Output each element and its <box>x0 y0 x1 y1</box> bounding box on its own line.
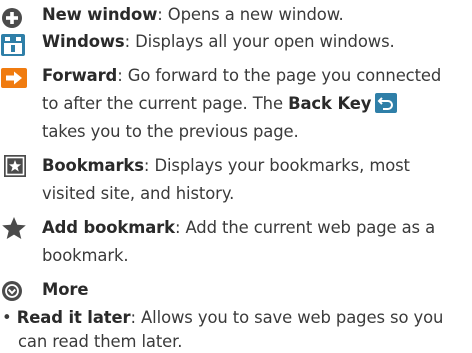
back-key-label: Back Key <box>288 94 372 113</box>
arrow-right-icon <box>1 68 27 88</box>
desc-windows: : Displays all your open windows. <box>124 32 395 51</box>
entry-windows: Windows: Displays all your open windows. <box>42 31 395 53</box>
manual-page: New window: Opens a new window. Windows:… <box>0 0 472 353</box>
desc-add-bookmark-line2: bookmark. <box>42 246 129 265</box>
back-key-icon <box>375 93 398 113</box>
term-forward: Forward <box>42 66 118 85</box>
desc-read-it-later-line1: : Allows you to save web pages so you <box>130 308 444 327</box>
entry-forward: Forward: Go forward to the page you conn… <box>42 65 441 87</box>
term-read-it-later: Read it later <box>16 308 131 327</box>
bookmark-icon <box>4 155 26 177</box>
desc-bookmarks-line2: visited site, and history. <box>42 184 235 203</box>
desc-new-window: : Opens a new window. <box>157 5 344 24</box>
desc-read-it-later-line2-row: can read them later. <box>18 331 183 353</box>
plus-circle-icon <box>2 8 22 28</box>
desc-forward-line3-row: takes you to the previous page. <box>42 121 299 143</box>
desc-forward-line2-row: to after the current page. The Back Key <box>42 93 398 115</box>
term-more: More <box>42 280 89 299</box>
windows-icon <box>1 34 25 56</box>
more-chevron-icon <box>2 281 22 301</box>
desc-forward-line1: : Go forward to the page you connected <box>117 66 442 85</box>
entry-add-bookmark: Add bookmark: Add the current web page a… <box>42 217 435 239</box>
term-bookmarks: Bookmarks <box>42 156 144 175</box>
desc-forward-line3: takes you to the previous page. <box>42 122 299 141</box>
bullet-marker: • <box>2 308 12 327</box>
desc-read-it-later-line2: can read them later. <box>18 332 183 351</box>
entry-new-window: New window: Opens a new window. <box>42 4 344 26</box>
star-icon <box>2 217 26 239</box>
desc-bookmarks-line1: : Displays your bookmarks, most <box>143 156 410 175</box>
desc-bookmarks-line2-row: visited site, and history. <box>42 183 234 205</box>
entry-more: More <box>42 279 88 301</box>
term-new-window: New window <box>42 5 158 24</box>
desc-add-bookmark-line1: : Add the current web page as a <box>174 218 436 237</box>
desc-add-bookmark-line2-row: bookmark. <box>42 245 129 267</box>
term-add-bookmark: Add bookmark <box>42 218 175 237</box>
entry-bookmarks: Bookmarks: Displays your bookmarks, most <box>42 155 410 177</box>
desc-forward-line2: to after the current page. The <box>42 94 289 113</box>
bullet-read-it-later: • Read it later: Allows you to save web … <box>2 307 443 329</box>
term-windows: Windows <box>42 32 125 51</box>
